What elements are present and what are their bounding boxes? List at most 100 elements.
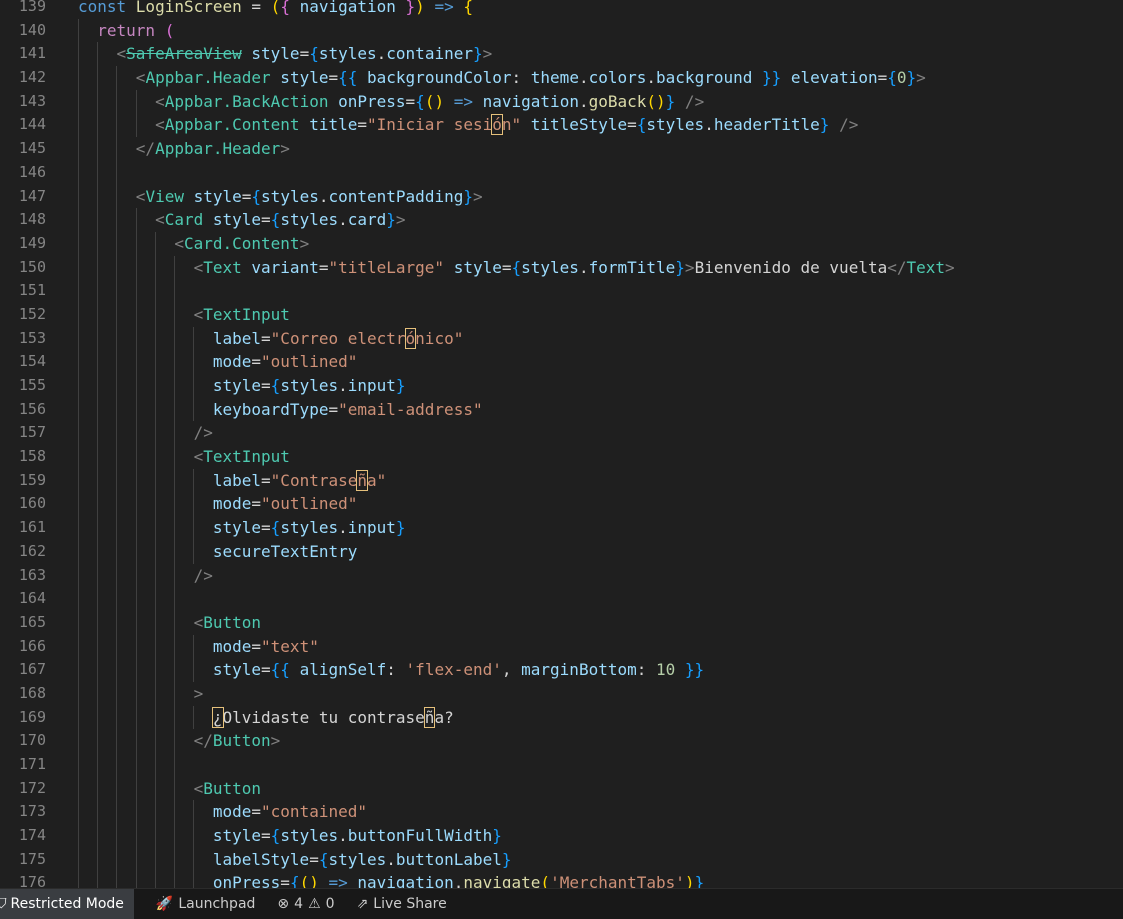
code-line[interactable]: 159 label="Contraseña" xyxy=(0,468,1123,493)
code-text: <Button xyxy=(78,777,261,801)
line-number: 140 xyxy=(18,20,46,39)
code-token: label xyxy=(78,328,262,348)
code-token: < xyxy=(135,68,146,88)
indent-guide xyxy=(135,753,137,777)
line-number: 171 xyxy=(18,755,46,773)
line-number: 172 xyxy=(18,778,46,797)
code-token: formTitle xyxy=(588,257,676,277)
code-token: = xyxy=(328,68,339,88)
problems-indicator[interactable]: ⊗ 4 ⚠ 0 xyxy=(277,896,334,912)
code-token: { xyxy=(270,376,281,395)
code-line[interactable]: 156 keyboardType="email-address" xyxy=(0,397,1123,422)
code-token: TextInput xyxy=(203,447,290,467)
code-line[interactable]: 168 > xyxy=(0,681,1123,706)
code-line[interactable]: 176 onPress={() => navigation.navigate('… xyxy=(0,871,1123,888)
code-line[interactable]: 164 xyxy=(0,587,1123,611)
code-line[interactable]: 152 <TextInput xyxy=(0,302,1123,327)
code-line[interactable]: 139 const LoginScreen = ({ navigation }) … xyxy=(0,0,1123,19)
code-line[interactable]: 148 <Card style={styles.card}> xyxy=(0,208,1123,232)
code-token: < xyxy=(155,115,165,135)
code-token: : xyxy=(386,660,406,680)
code-line[interactable]: 171 xyxy=(0,753,1123,777)
code-token: {{ xyxy=(270,660,300,680)
code-token: "Contrase xyxy=(270,470,358,490)
code-token: } xyxy=(463,186,473,206)
code-token: : xyxy=(511,68,531,88)
code-line[interactable]: 149 <Card.Content> xyxy=(0,231,1123,256)
code-line[interactable]: 150 <Text variant="titleLarge" style={st… xyxy=(0,255,1123,280)
restricted-mode-indicator[interactable]: ⛉ Restricted Mode xyxy=(0,889,134,919)
code-text: mode="contained" xyxy=(78,800,367,824)
code-token: } xyxy=(395,0,416,16)
code-line[interactable]: 175 labelStyle={styles.buttonLabel} xyxy=(0,847,1123,872)
code-text: /> xyxy=(78,564,213,588)
live-share-button[interactable]: ⇗ Live Share xyxy=(357,896,447,912)
code-line[interactable]: 147 <View style={styles.contentPadding}> xyxy=(0,184,1123,209)
code-line[interactable]: 163 /> xyxy=(0,563,1123,588)
code-token: Card xyxy=(164,210,204,230)
code-token: ñ xyxy=(356,469,368,491)
code-token: keyboardType xyxy=(78,399,329,419)
line-number: 176 xyxy=(18,873,46,888)
code-token: a" xyxy=(367,470,387,490)
code-token: style xyxy=(270,68,329,88)
code-line[interactable]: 157 /> xyxy=(0,421,1123,446)
code-token: goBack xyxy=(588,91,647,111)
code-line[interactable]: 155 style={styles.input} xyxy=(0,374,1123,398)
code-token: < xyxy=(193,612,204,632)
code-token: style xyxy=(183,186,242,206)
code-line[interactable]: 146 xyxy=(0,160,1123,185)
code-line[interactable]: 167 style={{ alignSelf: 'flex-end', marg… xyxy=(0,658,1123,682)
code-text: mode="outlined" xyxy=(78,350,358,374)
launchpad-button[interactable]: 🚀 Launchpad xyxy=(156,896,256,912)
code-line[interactable]: 158 <TextInput xyxy=(0,445,1123,469)
code-line[interactable]: 160 mode="outlined" xyxy=(0,492,1123,517)
code-token: < xyxy=(174,233,184,253)
code-line[interactable]: 172 <Button xyxy=(0,776,1123,801)
code-token: label xyxy=(78,470,262,490)
code-line[interactable]: 151 xyxy=(0,279,1123,303)
code-line[interactable]: 166 mode="text" xyxy=(0,634,1123,659)
code-line[interactable]: 144 <Appbar.Content title="Iniciar sesió… xyxy=(0,113,1123,138)
code-token: styles xyxy=(328,849,387,869)
indent-guide xyxy=(154,587,156,611)
code-line[interactable]: 153 label="Correo electrónico" xyxy=(0,326,1123,351)
live-share-label: Live Share xyxy=(373,896,447,912)
code-token: marginBottom xyxy=(521,660,637,680)
code-line[interactable]: 173 mode="contained" xyxy=(0,800,1123,825)
code-line[interactable]: 161 style={styles.input} xyxy=(0,516,1123,540)
code-text: mode="text" xyxy=(78,635,319,659)
code-line[interactable]: 142 <Appbar.Header style={{ backgroundCo… xyxy=(0,66,1123,90)
code-line[interactable]: 154 mode="outlined" xyxy=(0,350,1123,374)
code-token: style xyxy=(78,660,262,680)
code-token: = xyxy=(328,399,339,419)
code-token: = xyxy=(309,849,319,869)
code-line[interactable]: 143 <Appbar.BackAction onPress={() => na… xyxy=(0,89,1123,114)
code-token: style xyxy=(78,826,262,846)
code-editor[interactable]: 139 const LoginScreen = ({ navigation }) … xyxy=(0,0,1123,888)
code-token: . xyxy=(338,376,348,395)
code-line[interactable]: 145 </Appbar.Header> xyxy=(0,137,1123,161)
code-token: styles xyxy=(521,257,579,277)
code-line[interactable]: 174 style={styles.buttonFullWidth} xyxy=(0,824,1123,848)
code-token: mode xyxy=(78,802,252,822)
code-token: { xyxy=(415,91,425,111)
code-text: </Button> xyxy=(78,729,281,753)
code-token: = xyxy=(299,44,310,64)
code-token: = xyxy=(261,210,271,230)
code-token: } xyxy=(492,826,502,846)
code-line[interactable]: 162 secureTextEntry xyxy=(0,539,1123,564)
code-token: => xyxy=(328,873,358,888)
code-line[interactable]: 165 <Button xyxy=(0,610,1123,635)
code-line[interactable]: 170 </Button> xyxy=(0,729,1123,753)
code-text: <Appbar.Header style={{ backgroundColor:… xyxy=(78,66,926,90)
line-number: 173 xyxy=(18,802,46,821)
code-line[interactable]: 140 return ( xyxy=(0,18,1123,43)
code-line[interactable]: 141 <SafeAreaView style={styles.containe… xyxy=(0,42,1123,67)
code-line[interactable]: 169 ¿Olvidaste tu contraseña? xyxy=(0,705,1123,730)
